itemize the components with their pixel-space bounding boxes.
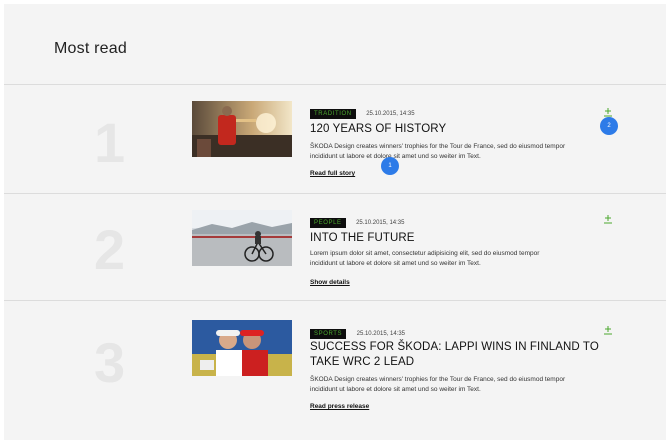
article-description: ŠKODA Design creates winners' trophies f… xyxy=(310,375,610,395)
article-title[interactable]: INTO THE FUTURE xyxy=(310,231,600,246)
annotation-badge-1: 1 xyxy=(381,157,399,175)
show-details-link[interactable]: Show details xyxy=(310,279,350,286)
description-line: incididunt ut labore et dolore sit amet … xyxy=(310,386,481,393)
add-to-collection-button[interactable] xyxy=(602,212,614,224)
cyclists-celebrating-image xyxy=(192,320,292,376)
plus-download-icon xyxy=(604,326,612,335)
section-header: Most read xyxy=(4,4,666,85)
description-line: incididunt ut labore et dolore sit amet … xyxy=(310,153,481,160)
cyclist-podium-image xyxy=(192,101,292,157)
category-tag[interactable]: PEOPLE xyxy=(310,217,346,228)
article-title[interactable]: SUCCESS FOR ŠKODA: LAPPI WINS IN FINLAND… xyxy=(310,340,600,370)
description-line: Lorem ipsum dolor sit amet, consectetur … xyxy=(310,250,540,257)
article-description: ŠKODA Design creates winners' trophies f… xyxy=(310,142,610,162)
add-to-collection-button[interactable] xyxy=(602,105,614,117)
cyclist-road-image xyxy=(192,210,292,266)
article-item: 1 TRADITION 25.10.2015, 14:35 120 YEARS … xyxy=(4,85,666,194)
category-tag[interactable]: TRADITION xyxy=(310,108,356,119)
article-item: 2 PEOPLE 25.10.2015, 14:35 INTO THE FUTU… xyxy=(4,194,666,301)
article-item: 3 SPORTS 25.10.2015, 14:35 SUCCESS FOR Š… xyxy=(4,301,666,440)
add-to-collection-button[interactable] xyxy=(602,323,614,335)
read-full-story-link[interactable]: Read full story xyxy=(310,170,355,177)
annotation-badge-2: 2 xyxy=(600,117,618,135)
article-thumbnail[interactable] xyxy=(192,101,292,157)
article-date: 25.10.2015, 14:35 xyxy=(356,330,406,337)
article-thumbnail[interactable] xyxy=(192,320,292,376)
article-thumbnail[interactable] xyxy=(192,210,292,266)
description-line: ŠKODA Design creates winners' trophies f… xyxy=(310,143,566,150)
article-rank-number: 3 xyxy=(94,331,126,394)
article-title-line: TAKE WRC 2 LEAD xyxy=(310,356,415,368)
read-press-release-link[interactable]: Read press release xyxy=(310,403,369,410)
article-rank-number: 1 xyxy=(94,111,126,174)
article-date: 25.10.2015, 14:35 xyxy=(366,110,415,117)
article-date: 25.10.2015, 14:35 xyxy=(356,219,405,226)
plus-download-icon xyxy=(604,215,612,224)
page-title: Most read xyxy=(54,40,127,57)
description-line: ŠKODA Design creates winners' trophies f… xyxy=(310,376,566,383)
most-read-section: Most read 1 TRADITION 25.10.2015, 14:35 … xyxy=(4,4,666,440)
article-description: Lorem ipsum dolor sit amet, consectetur … xyxy=(310,249,610,269)
article-title[interactable]: 120 YEARS OF HISTORY xyxy=(310,122,600,137)
article-title-line: SUCCESS FOR ŠKODA: LAPPI WINS IN FINLAND… xyxy=(310,341,599,353)
category-tag[interactable]: SPORTS xyxy=(310,328,347,339)
article-rank-number: 2 xyxy=(94,218,126,281)
description-line: incididunt ut labore et dolore sit amet … xyxy=(310,260,481,267)
